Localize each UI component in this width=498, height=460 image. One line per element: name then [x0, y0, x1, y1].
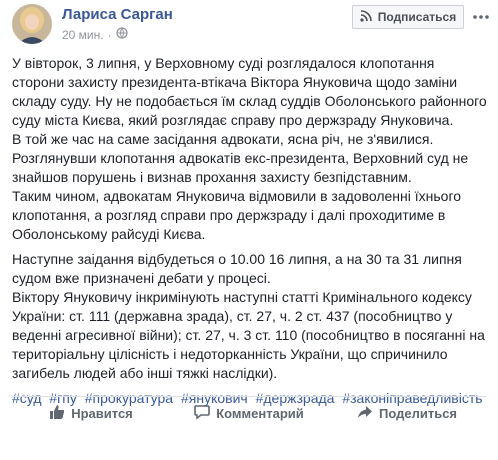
- text-line: територіальну цілісність і недоторканніс…: [12, 346, 448, 362]
- subscribe-label: Подписаться: [377, 10, 457, 24]
- text-line: України: ст. 111 (державна зрада), ст. 2…: [12, 308, 453, 324]
- comment-label: Комментарий: [216, 405, 304, 421]
- like-label: Нравится: [71, 405, 133, 421]
- share-button[interactable]: Поделиться: [328, 397, 486, 429]
- text-line: загибель людей або інші тяжкі наслідки).: [12, 365, 278, 381]
- facebook-post: Лариса Сарган 20 мин. · Подписаться У ві…: [0, 0, 498, 460]
- text-line: Розглянувши клопотання адвокатів екс-пре…: [12, 150, 469, 166]
- text-line: веденні агресивної війни); ст. 27, ч. 3 …: [12, 327, 485, 343]
- text-line: суду міста Києва, який розглядає справу …: [12, 112, 454, 128]
- author-name[interactable]: Лариса Сарган: [62, 6, 173, 23]
- text-line: сторони захисту президента-втікача Вікто…: [12, 74, 458, 90]
- globe-icon: [116, 27, 128, 42]
- share-icon: [357, 404, 373, 423]
- avatar-photo: [12, 4, 52, 44]
- text-line: В той же час на саме засідання адвокати,…: [12, 131, 434, 147]
- text-line: складу суду. Ну не подобається їм склад …: [12, 93, 487, 109]
- text-line: Оболонському райсуді Києва.: [12, 226, 206, 242]
- post-text: У вівторок, 3 липня, у Верховному суді р…: [12, 54, 492, 408]
- more-options-icon[interactable]: [472, 8, 490, 26]
- subscribe-button[interactable]: Подписаться: [352, 5, 464, 29]
- text-line: судом вже призначені дебати у процесі.: [12, 270, 271, 286]
- text-line: клопотання, а розгляд справи про держзра…: [12, 207, 446, 223]
- avatar[interactable]: [12, 4, 52, 44]
- text-line: У вівторок, 3 липня, у Верховному суді р…: [12, 55, 435, 71]
- thumbs-up-icon: [49, 404, 65, 423]
- post-actions: Нравится Комментарий Поделиться: [12, 397, 486, 429]
- text-line: Віктору Януковичу інкримінують наступні …: [12, 289, 472, 305]
- post-time[interactable]: 20 мин.: [62, 28, 104, 42]
- post-paragraph: У вівторок, 3 липня, у Верховному суді р…: [12, 54, 492, 244]
- comment-button[interactable]: Комментарий: [170, 397, 328, 429]
- comment-icon: [194, 404, 211, 423]
- text-line: Наступне заідання відбудеться о 10.00 16…: [12, 251, 462, 267]
- rss-icon: [360, 9, 372, 25]
- meta-separator: ·: [107, 27, 112, 42]
- like-button[interactable]: Нравится: [12, 397, 170, 429]
- share-label: Поделиться: [378, 405, 458, 421]
- post-paragraph: Наступне заідання відбудеться о 10.00 16…: [12, 250, 492, 383]
- post-meta: 20 мин. ·: [62, 27, 128, 42]
- text-line: знайшов порушень і визнав прохання захис…: [12, 169, 412, 185]
- text-line: Таким чином, адвокатам Януковича відмови…: [12, 188, 462, 204]
